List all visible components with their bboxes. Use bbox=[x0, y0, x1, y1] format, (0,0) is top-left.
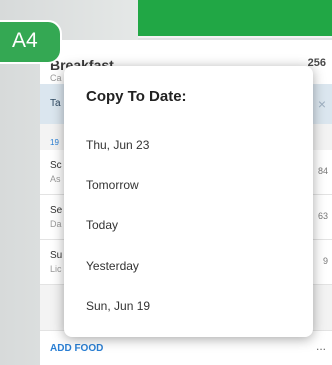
food-calories: 84 bbox=[317, 166, 328, 176]
food-name: Sc bbox=[50, 160, 62, 171]
food-description: Lic bbox=[50, 264, 62, 274]
food-calories: 9 bbox=[322, 256, 328, 266]
food-description: Da bbox=[50, 219, 62, 229]
badge-label: A4 bbox=[12, 29, 38, 52]
copy-to-date-dialog: Copy To Date: Thu, Jun 23 Tomorrow Today… bbox=[64, 66, 313, 337]
food-name: Se bbox=[50, 205, 63, 216]
option-tomorrow[interactable]: Tomorrow bbox=[86, 178, 139, 192]
food-name: Su bbox=[50, 250, 63, 261]
close-icon[interactable]: × bbox=[318, 96, 326, 112]
option-thu-jun-23[interactable]: Thu, Jun 23 bbox=[86, 138, 149, 152]
meal-subtitle: Ca bbox=[50, 73, 62, 83]
food-calories: 63 bbox=[317, 211, 328, 221]
tab-label: Ta bbox=[50, 98, 61, 109]
dialog-title: Copy To Date: bbox=[86, 88, 187, 105]
option-sun-jun-19[interactable]: Sun, Jun 19 bbox=[86, 299, 150, 313]
more-icon[interactable]: ... bbox=[316, 339, 326, 353]
option-yesterday[interactable]: Yesterday bbox=[86, 259, 139, 273]
option-today[interactable]: Today bbox=[86, 218, 118, 232]
time-label: 19 bbox=[50, 138, 59, 147]
add-food-button[interactable]: ADD FOOD bbox=[50, 343, 103, 354]
green-banner bbox=[138, 0, 332, 36]
step-badge: A4 bbox=[0, 20, 62, 64]
food-description: As bbox=[50, 174, 61, 184]
